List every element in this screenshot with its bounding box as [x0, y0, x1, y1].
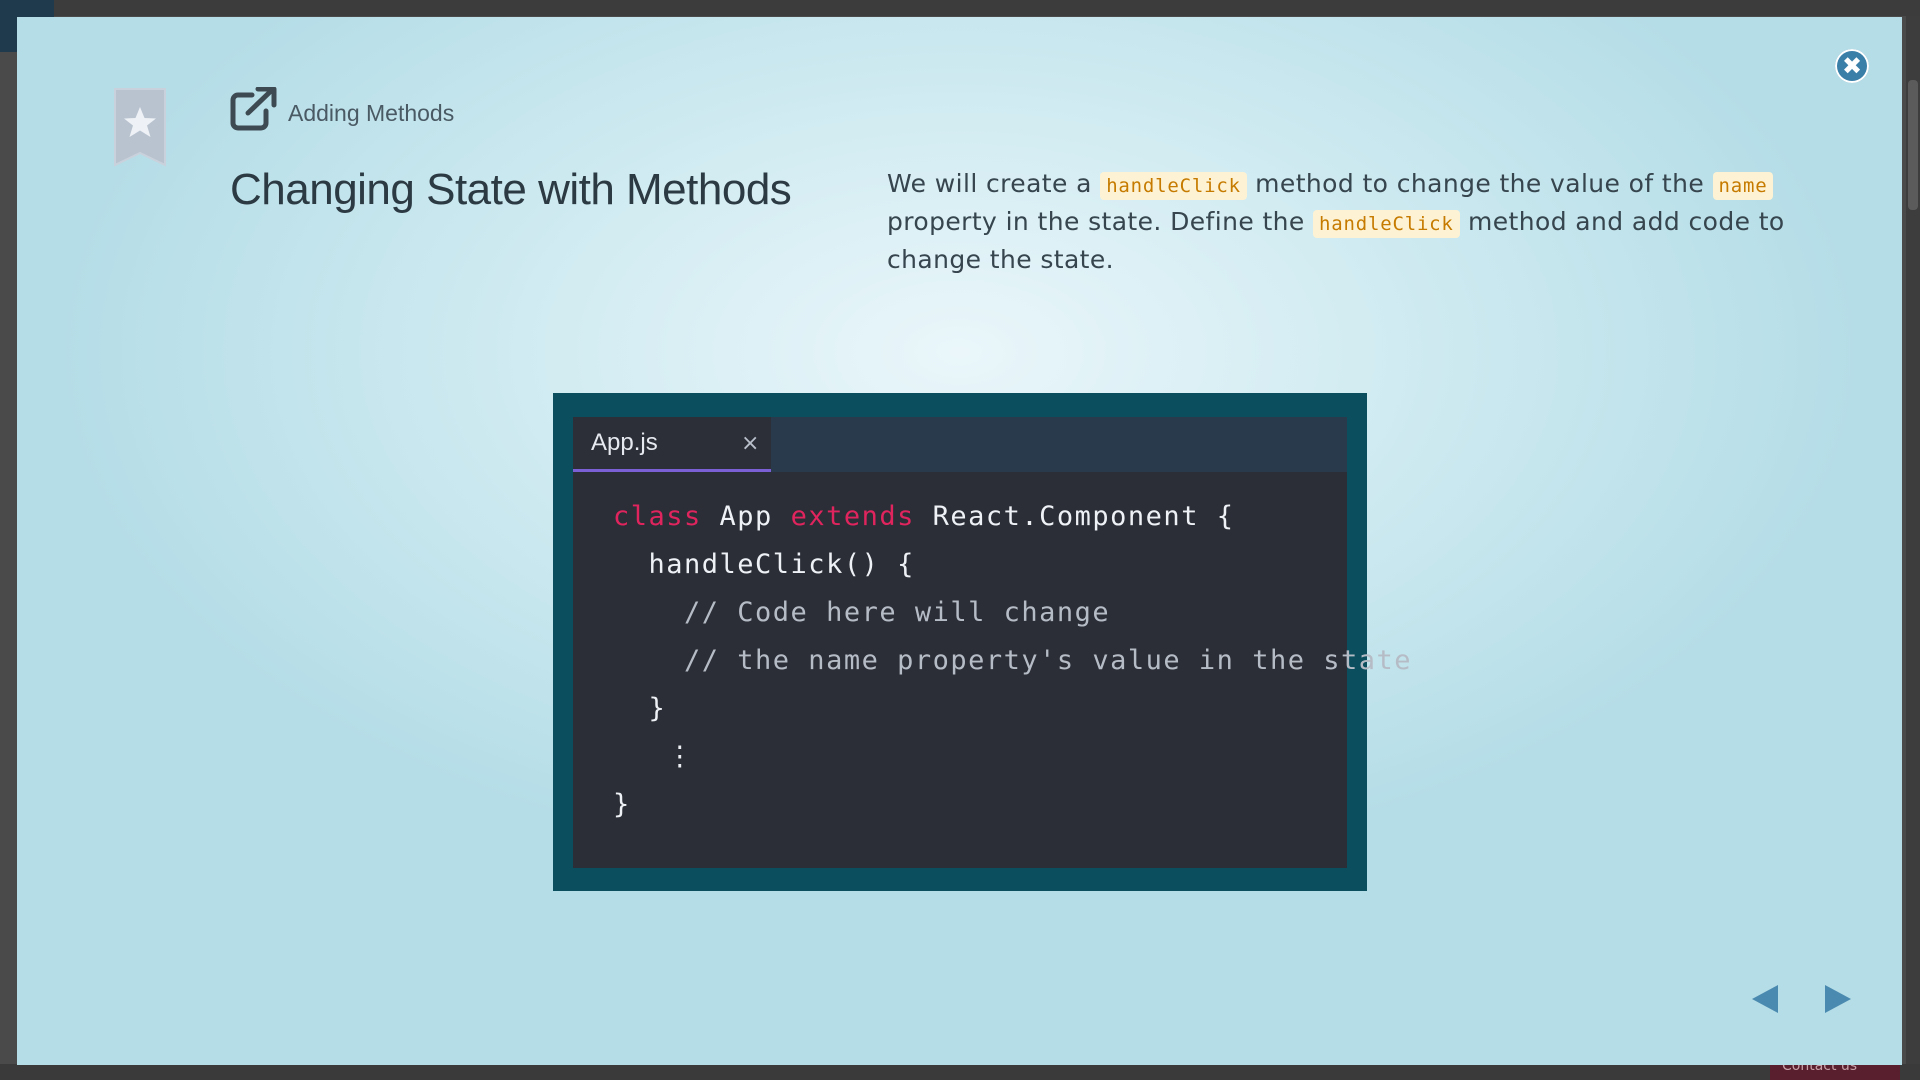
- description-text: We will create a: [887, 169, 1101, 198]
- description-text: property in the state. Define the: [887, 207, 1314, 236]
- bookmark-star-icon[interactable]: [112, 87, 168, 167]
- tab-close-icon[interactable]: ×: [741, 431, 759, 456]
- page-title: Changing State with Methods: [230, 165, 792, 214]
- code-text: App: [701, 501, 791, 532]
- lesson-header: Adding Methods: [230, 87, 454, 131]
- code-keyword: class: [613, 501, 702, 532]
- code-area: class App extends React.Component { hand…: [613, 493, 1412, 829]
- background-scrollbar-thumb: [1908, 80, 1918, 210]
- inline-code: handleClick: [1100, 172, 1247, 200]
- code-keyword: extends: [790, 501, 915, 532]
- description-text: method to change the value of the: [1246, 169, 1713, 198]
- inline-code: handleClick: [1313, 210, 1460, 238]
- background-bottom-bar: [0, 1064, 1920, 1080]
- lesson-modal: ✖ Adding Methods Changing State with Met…: [17, 17, 1902, 1065]
- inline-code: name: [1712, 172, 1774, 200]
- code-ellipsis: ⋮: [613, 741, 695, 772]
- arrow-left-icon[interactable]: [1750, 983, 1780, 1015]
- background-top-bar: [0, 0, 1920, 16]
- code-editor: App.js × class App extends React.Compone…: [573, 417, 1411, 868]
- section-label: Adding Methods: [288, 100, 455, 126]
- arrow-right-icon[interactable]: [1823, 983, 1853, 1015]
- code-comment: // Code here will change: [613, 597, 1111, 628]
- editor-tab-bar: App.js ×: [573, 417, 1347, 472]
- lesson-description: We will create a handleClick method to c…: [887, 165, 1787, 279]
- tab-app-js[interactable]: App.js ×: [573, 417, 771, 472]
- code-line: }: [613, 693, 667, 724]
- code-line: class App extends React.Component {: [613, 493, 1412, 541]
- code-comment: // the name property's value in the stat…: [613, 645, 1412, 676]
- tab-label: App.js: [591, 429, 658, 456]
- code-text: React.Component {: [914, 501, 1235, 532]
- code-editor-frame: App.js × class App extends React.Compone…: [553, 393, 1411, 891]
- close-icon[interactable]: ✖: [1835, 49, 1869, 83]
- code-line: }: [613, 789, 631, 820]
- external-link-icon[interactable]: [230, 87, 278, 131]
- section-row: Adding Methods: [230, 87, 454, 131]
- code-line: handleClick() {: [613, 549, 915, 580]
